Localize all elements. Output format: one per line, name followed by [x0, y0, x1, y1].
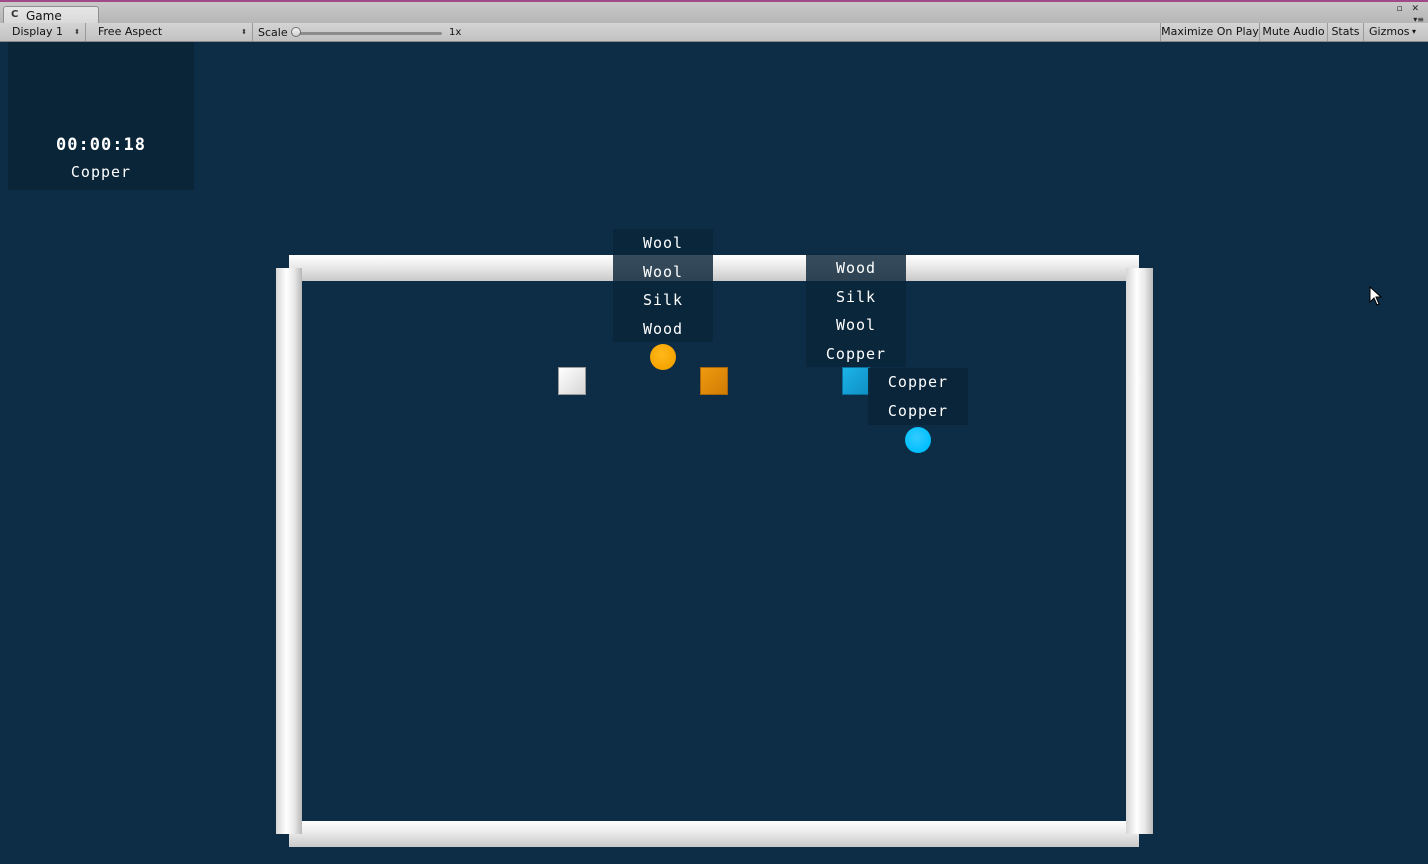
left-wall — [276, 268, 302, 834]
right-wall — [1126, 268, 1153, 834]
stack-item: Wool — [835, 316, 877, 334]
stack-item: Wood — [835, 259, 877, 277]
orange-box — [700, 367, 728, 395]
bottom-wall — [289, 821, 1139, 847]
target-item-text: Copper — [70, 163, 132, 181]
game-view-icon: C — [11, 9, 19, 20]
stack-item: Silk — [835, 287, 877, 306]
hud-panel: 00:00:18 Copper — [8, 42, 194, 190]
gizmos-label: Gizmos — [1369, 25, 1410, 38]
top-wall — [289, 255, 1139, 281]
editor-title-bar: C Game ▫ ✕ ▾≡ — [0, 0, 1428, 25]
maximize-on-play-button[interactable]: Maximize On Play — [1160, 23, 1259, 41]
stack-item: Copper — [825, 344, 887, 363]
mouse-cursor-icon — [1369, 286, 1383, 306]
stack-item: Copper — [887, 373, 949, 391]
scale-slider-thumb[interactable] — [291, 27, 301, 37]
mute-audio-button[interactable]: Mute Audio — [1259, 23, 1327, 41]
aspect-dropdown[interactable]: Free Aspect ⬍ — [92, 23, 253, 41]
timer-text: 00:00:18 — [56, 135, 146, 155]
game-toolbar: Display 1 ⬍ Free Aspect ⬍ Scale 1x Maxim… — [0, 23, 1428, 42]
tab-label: Game — [26, 9, 62, 23]
white-box — [558, 367, 586, 395]
scale-slider-track[interactable] — [294, 32, 442, 35]
scale-label: Scale — [258, 26, 288, 39]
stats-button[interactable]: Stats — [1327, 23, 1363, 41]
stack-item: Wool — [642, 262, 684, 281]
display-dropdown-label: Display 1 — [12, 25, 64, 38]
cyan-ball — [905, 427, 931, 453]
dropdown-arrow-icon: ⬍ — [241, 28, 247, 36]
stack-item: Silk — [642, 291, 684, 309]
item-stack-left: Wool Wool Silk Wood — [613, 229, 713, 342]
cyan-box — [842, 367, 870, 395]
item-stack-right: Copper Copper — [868, 368, 968, 425]
display-dropdown[interactable]: Display 1 ⬍ — [6, 23, 86, 41]
orange-ball — [650, 344, 676, 370]
gizmos-dropdown[interactable]: Gizmos ▾ — [1363, 23, 1421, 41]
dropdown-arrow-icon: ⬍ — [74, 28, 80, 36]
stack-item: Wool — [642, 234, 684, 252]
stack-item: Copper — [887, 401, 949, 420]
window-controls-icon[interactable]: ▫ ✕ — [1396, 4, 1422, 14]
stack-item: Wood — [642, 319, 684, 338]
item-stack-middle: Wood Silk Wool Copper — [806, 254, 906, 367]
aspect-dropdown-label: Free Aspect — [98, 25, 163, 38]
gizmos-arrow-icon: ▾ — [1412, 27, 1417, 36]
scale-value: 1x — [449, 27, 462, 38]
